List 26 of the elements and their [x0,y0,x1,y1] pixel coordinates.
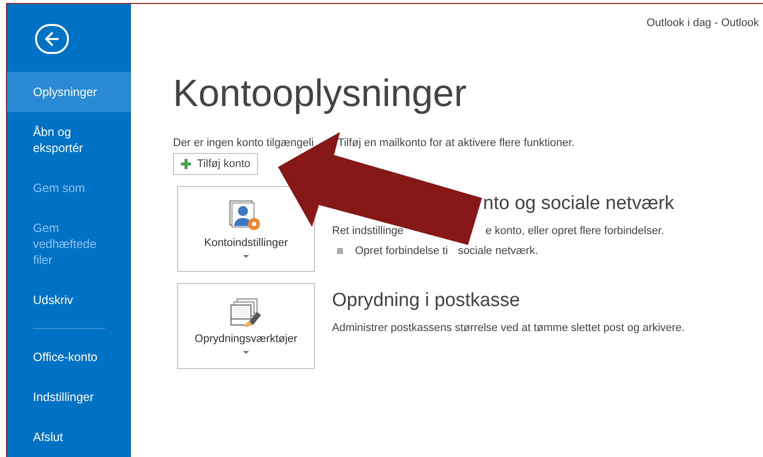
bullet-icon [337,248,343,254]
person-gear-icon [229,200,263,232]
sidebar-item[interactable]: Office-konto [7,337,131,377]
add-account-button[interactable]: Tilføj konto [173,153,258,175]
section-description: Ret indstillinge [332,224,404,239]
notice-text: Der er ingen konto tilgængeli [173,136,314,150]
notice-text: Tilføj en mailkonto for at aktivere flere funktioner. [338,136,574,150]
sidebar-item[interactable]: Oplysninger [7,72,131,112]
sidebar-item[interactable]: Indstillinger [7,377,131,417]
section-description: Administrer postkassens størrelse ved at tømme slettet post og arkivere. [332,321,685,336]
mail-stack-brush-icon [229,298,263,328]
sidebar-item[interactable]: Udskriv [7,280,131,320]
window-title: Outlook i dag - Outlook [646,16,759,31]
section-description: e konto, eller opret flere forbindelser. [486,224,664,239]
plus-icon [181,159,191,169]
tool-button[interactable]: Oprydningsværktøjer [177,283,315,369]
bullet-text: Opret forbindelse ti [355,244,448,258]
sidebar-item[interactable]: Afslut [7,417,131,457]
section-heading: nto og sociale netværk [483,192,674,216]
section-heading: Oprydning i postkasse [332,289,520,313]
bullet-text: sociale netværk. [458,244,538,258]
caret-icon [243,254,249,258]
back-button[interactable] [35,24,69,54]
caret-icon [243,350,249,354]
sidebar-item[interactable]: Åbn og eksportér [7,112,131,168]
page-heading: Kontooplysninger [173,72,468,116]
